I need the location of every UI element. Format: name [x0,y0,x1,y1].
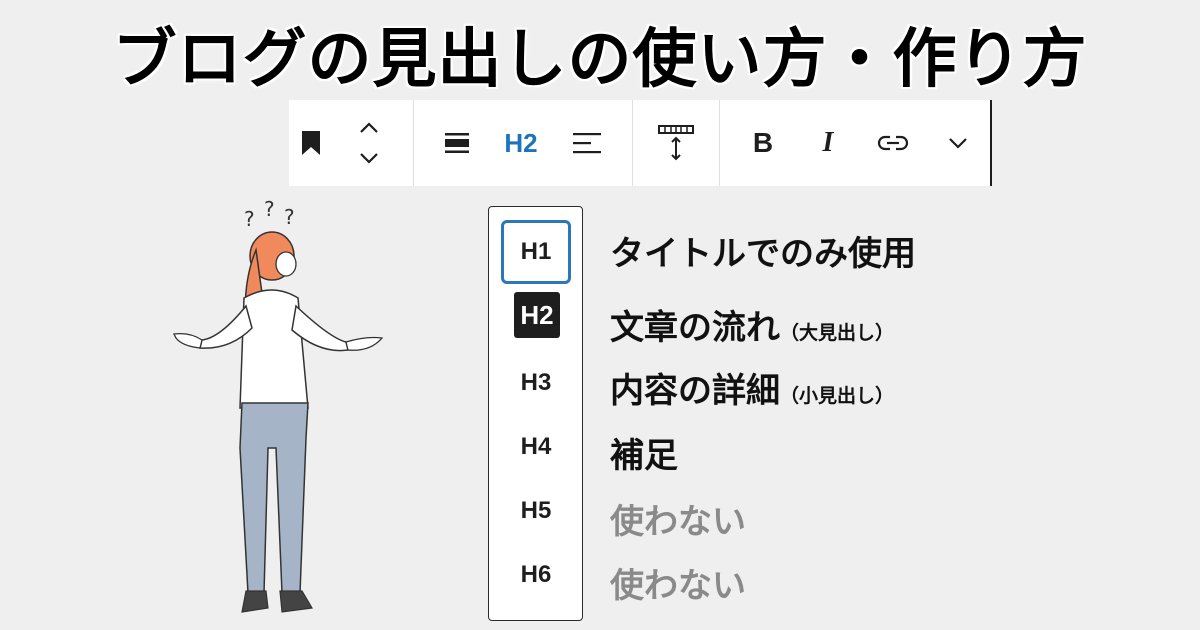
bold-label: B [752,127,774,158]
h2-usage-note: （大見出し） [780,322,895,344]
heading-level-h5-option[interactable]: H5 [501,479,571,543]
h5-usage-text: 使わない [610,502,746,542]
move-up-icon[interactable] [347,114,391,142]
h4-usage-text: 補足 [610,436,678,476]
h3-usage-note: （小見出し） [780,385,895,407]
move-down-icon[interactable] [347,144,391,172]
heading-level-button[interactable]: H2 [497,121,545,165]
bookmark-icon[interactable] [289,121,333,165]
heading-level-h1-option[interactable]: H1 [501,220,571,284]
align-wide-icon[interactable] [435,121,479,165]
h3-usage-text: 内容の詳細（小見出し） [610,371,895,411]
question-marks-icon: ??? [244,198,295,231]
heading-level-label: H2 [504,127,538,158]
confused-woman-illustration: ??? [173,198,384,613]
toolbar-divider [413,100,414,186]
heading-level-h6-option[interactable]: H6 [501,543,571,607]
h2-usage-text: 文章の流れ（大見出し） [610,308,895,348]
h6-usage-text: 使わない [610,566,746,606]
bold-button[interactable]: B [741,121,785,165]
h1-usage-text: タイトルでのみ使用 [610,234,916,274]
page-title: ブログの見出しの使い方・作り方 [112,23,1088,97]
heading-level-h4-option[interactable]: H4 [501,415,571,479]
heading-level-h2-option[interactable]: H2 [514,292,560,338]
resize-height-icon[interactable] [653,121,699,165]
toolbar-divider [632,100,633,186]
italic-label: I [822,127,834,158]
svg-text:?: ? [244,207,255,231]
italic-button[interactable]: I [806,121,850,165]
align-left-icon[interactable] [565,121,609,165]
heading-level-h3-option[interactable]: H3 [501,351,571,415]
block-toolbar: H2 B I [289,100,992,186]
heading-level-dropdown: H1 H2 H3 H4 H5 H6 [488,206,583,621]
link-icon[interactable] [871,121,915,165]
svg-text:?: ? [264,198,275,221]
toolbar-divider [719,100,720,186]
more-options-icon[interactable] [936,121,980,165]
svg-text:?: ? [284,205,295,229]
